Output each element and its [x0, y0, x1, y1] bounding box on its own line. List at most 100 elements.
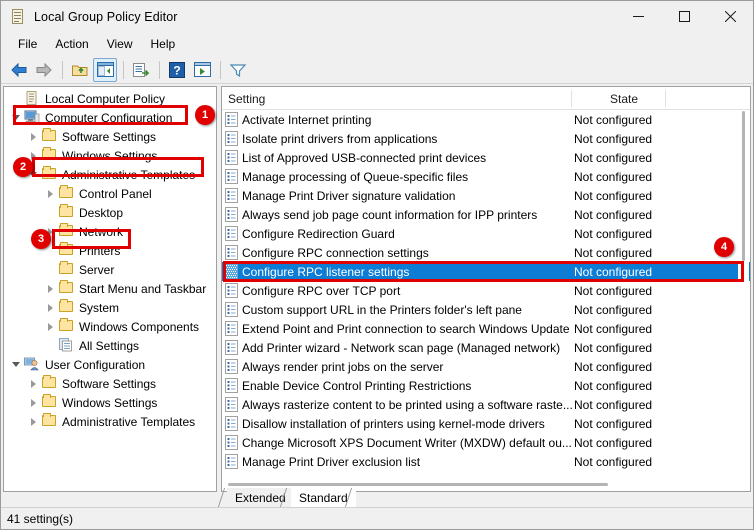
chevron-right-icon[interactable]: [42, 317, 58, 336]
chevron-right-icon[interactable]: [25, 374, 41, 393]
tree-item-desktop[interactable]: Desktop: [4, 203, 216, 222]
setting-name: List of Approved USB-connected print dev…: [242, 148, 486, 167]
show-hide-tree-icon[interactable]: [93, 58, 117, 82]
back-icon[interactable]: [7, 58, 31, 82]
setting-state: Not configured: [574, 243, 652, 262]
chevron-down-icon[interactable]: [8, 355, 24, 374]
up-folder-icon[interactable]: [68, 58, 92, 82]
policy-setting-icon: [225, 245, 239, 260]
forward-icon[interactable]: [32, 58, 56, 82]
setting-row[interactable]: Configure Redirection GuardNot configure…: [222, 224, 750, 243]
setting-row[interactable]: Configure RPC listener settingsNot confi…: [222, 262, 750, 281]
chevron-right-icon[interactable]: [25, 412, 41, 431]
tree-item-all-settings[interactable]: All Settings: [4, 336, 216, 355]
tree-spacer: [42, 203, 58, 222]
setting-row[interactable]: Configure RPC connection settings Not con…: [222, 243, 750, 262]
folder-icon: [58, 298, 76, 317]
setting-row[interactable]: Activate Internet printingNot configured: [222, 110, 750, 129]
tree-spacer: [42, 336, 58, 355]
annotation-badge-4: 4: [714, 237, 734, 257]
setting-name: Configure RPC connection settings: [242, 243, 429, 262]
tree-item-label: Network: [76, 225, 127, 239]
column-divider[interactable]: [665, 90, 666, 107]
tree-item-administrative-templates[interactable]: Administrative Templates: [4, 412, 216, 431]
export-list-icon[interactable]: [129, 58, 153, 82]
tree-item-windows-settings[interactable]: Windows Settings: [4, 393, 216, 412]
tree-item-administrative-templates[interactable]: Administrative Templates: [4, 165, 216, 184]
tree-item-label: Windows Settings: [59, 149, 161, 163]
filter-icon[interactable]: [226, 58, 250, 82]
column-header-state[interactable]: State: [610, 87, 638, 110]
tree-item-start-menu-and-taskbar[interactable]: Start Menu and Taskbar: [4, 279, 216, 298]
chevron-right-icon[interactable]: [25, 127, 41, 146]
folder-icon: [41, 165, 59, 184]
column-divider[interactable]: [571, 90, 572, 107]
minimize-button[interactable]: [615, 1, 661, 32]
settings-list-pane[interactable]: Setting State Activate Internet printing…: [221, 86, 751, 492]
console-tree-pane[interactable]: Local Computer PolicyComputer Configurat…: [3, 86, 217, 492]
setting-row[interactable]: Manage processing of Queue-specific file…: [222, 167, 750, 186]
setting-state: Not configured: [574, 148, 652, 167]
setting-state: Not configured: [574, 319, 652, 338]
tree-item-server[interactable]: Server: [4, 260, 216, 279]
menu-view[interactable]: View: [98, 34, 142, 54]
vertical-scrollbar[interactable]: [738, 111, 749, 466]
setting-name: Always rasterize content to be printed u…: [242, 395, 573, 414]
setting-row[interactable]: Manage Print Driver exclusion listNot co…: [222, 452, 750, 471]
tree-spacer: [8, 89, 24, 108]
tree-item-windows-components[interactable]: Windows Components: [4, 317, 216, 336]
setting-row[interactable]: Add Printer wizard - Network scan page (…: [222, 338, 750, 357]
tree-item-user-configuration[interactable]: User Configuration: [4, 355, 216, 374]
column-header-setting[interactable]: Setting: [228, 87, 265, 110]
setting-row[interactable]: Enable Device Control Printing Restricti…: [222, 376, 750, 395]
chevron-right-icon[interactable]: [42, 298, 58, 317]
setting-state: Not configured: [574, 129, 652, 148]
setting-state: Not configured: [574, 262, 652, 281]
setting-row[interactable]: Configure RPC over TCP portNot configure…: [222, 281, 750, 300]
tree-item-computer-configuration[interactable]: Computer Configuration: [4, 108, 216, 127]
setting-row[interactable]: List of Approved USB-connected print dev…: [222, 148, 750, 167]
help-icon[interactable]: ?: [165, 58, 189, 82]
setting-row[interactable]: Manage Print Driver signature validation…: [222, 186, 750, 205]
policy-setting-icon: [225, 226, 239, 241]
setting-row[interactable]: Custom support URL in the Printers folde…: [222, 300, 750, 319]
setting-row[interactable]: Always rasterize content to be printed u…: [222, 395, 750, 414]
setting-row[interactable]: Isolate print drivers from applicationsN…: [222, 129, 750, 148]
maximize-button[interactable]: [661, 1, 707, 32]
tree-item-label: Printers: [76, 244, 124, 258]
setting-row[interactable]: Change Microsoft XPS Document Writer (MX…: [222, 433, 750, 452]
chevron-down-icon[interactable]: [8, 108, 24, 127]
setting-state: Not configured: [574, 395, 652, 414]
tree-item-software-settings[interactable]: Software Settings: [4, 127, 216, 146]
chevron-right-icon[interactable]: [42, 184, 58, 203]
chevron-right-icon[interactable]: [42, 279, 58, 298]
close-button[interactable]: [707, 1, 753, 32]
policy-setting-icon: [225, 416, 239, 431]
tree-item-software-settings[interactable]: Software Settings: [4, 374, 216, 393]
vertical-scrollbar-thumb[interactable]: [742, 111, 745, 261]
tree-item-local-computer-policy[interactable]: Local Computer Policy: [4, 89, 216, 108]
menu-help[interactable]: Help: [142, 34, 185, 54]
properties-icon[interactable]: [190, 58, 214, 82]
setting-row[interactable]: Always send job page count information f…: [222, 205, 750, 224]
setting-state: Not configured: [574, 452, 652, 471]
tree-item-windows-settings[interactable]: Windows Settings: [4, 146, 216, 165]
setting-row[interactable]: Always render print jobs on the serverNo…: [222, 357, 750, 376]
setting-row[interactable]: Disallow installation of printers using …: [222, 414, 750, 433]
setting-row[interactable]: Extend Point and Print connection to sea…: [222, 319, 750, 338]
chevron-right-icon[interactable]: [25, 393, 41, 412]
policy-tree: Local Computer PolicyComputer Configurat…: [4, 87, 216, 431]
folder-icon: [41, 374, 59, 393]
tree-item-control-panel[interactable]: Control Panel: [4, 184, 216, 203]
tree-item-system[interactable]: System: [4, 298, 216, 317]
setting-name: Always render print jobs on the server: [242, 357, 443, 376]
menu-action[interactable]: Action: [46, 34, 97, 54]
policy-setting-icon: [225, 435, 239, 450]
menu-file[interactable]: File: [9, 34, 46, 54]
setting-name: Manage Print Driver signature validation: [242, 186, 455, 205]
setting-name: Disallow installation of printers using …: [242, 414, 545, 433]
local-group-policy-editor-window: Local Group Policy Editor File Action Vi…: [0, 0, 754, 530]
folder-icon: [58, 222, 76, 241]
settings-count-label: 41 setting(s): [7, 512, 73, 526]
policy-setting-icon: [225, 359, 239, 374]
